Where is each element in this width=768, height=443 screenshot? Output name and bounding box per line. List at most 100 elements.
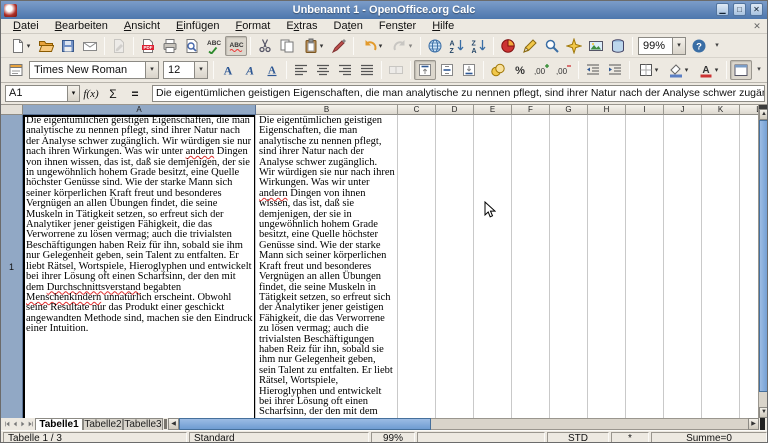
name-box-dropdown-icon[interactable]: ▾: [67, 85, 80, 102]
underline-button[interactable]: A: [261, 60, 283, 80]
menu-extras[interactable]: Extras: [278, 19, 325, 34]
email-document-button[interactable]: [79, 36, 101, 56]
next-sheet-button[interactable]: [19, 418, 27, 430]
vertical-scrollbar-thumb[interactable]: [759, 120, 768, 392]
print-button[interactable]: [159, 36, 181, 56]
hyperlink-button[interactable]: [424, 36, 446, 56]
horizontal-scrollbar-track[interactable]: [431, 418, 748, 430]
number-format-currency-button[interactable]: [487, 60, 509, 80]
tab-split-handle[interactable]: [164, 419, 167, 429]
paste-button[interactable]: ▾: [298, 36, 328, 56]
styles-button[interactable]: [5, 60, 27, 80]
menu-hilfe[interactable]: Hilfe: [424, 19, 462, 34]
horizontal-scrollbar-thumb[interactable]: [179, 418, 431, 430]
column-header-D[interactable]: D: [436, 105, 474, 115]
column-header-J[interactable]: J: [664, 105, 702, 115]
background-color-button[interactable]: ▾: [663, 60, 693, 80]
find-replace-button[interactable]: [541, 36, 563, 56]
last-sheet-button[interactable]: [27, 418, 35, 430]
borders-button[interactable]: ▾: [633, 60, 663, 80]
column-header-H[interactable]: H: [588, 105, 626, 115]
navigator-button[interactable]: [563, 36, 585, 56]
column-header-B[interactable]: B: [256, 105, 398, 115]
data-sources-button[interactable]: [607, 36, 629, 56]
cell-A1[interactable]: Die eigentümlichen geistigen Eigenschaft…: [26, 116, 253, 335]
cell-reference-input[interactable]: A1: [5, 85, 67, 102]
align-bottom-button[interactable]: [458, 60, 480, 80]
align-center-vertical-button[interactable]: [436, 60, 458, 80]
font-color-button[interactable]: A▾: [693, 60, 723, 80]
bold-button[interactable]: A: [217, 60, 239, 80]
italic-button[interactable]: A: [239, 60, 261, 80]
menu-ansicht[interactable]: Ansicht: [116, 19, 168, 34]
vertical-scrollbar[interactable]: ▲ ▼: [758, 105, 768, 418]
increase-indent-button[interactable]: [604, 60, 626, 80]
number-format-percent-button[interactable]: %: [509, 60, 531, 80]
sheet-tab-tabelle3[interactable]: Tabelle3: [123, 418, 163, 430]
undo-button[interactable]: ▾: [357, 36, 387, 56]
column-header-L[interactable]: L: [740, 105, 758, 115]
font-name-combo[interactable]: Times New Roman▾: [29, 61, 159, 79]
sheet-tab-tabelle2[interactable]: Tabelle2: [83, 418, 123, 430]
font-name-combo-dropdown-icon[interactable]: ▾: [145, 62, 158, 78]
minimize-button[interactable]: ▁: [716, 3, 729, 16]
font-size-combo[interactable]: 12▾: [163, 61, 208, 79]
zoom-combo[interactable]: 99%▾: [638, 37, 686, 55]
previous-sheet-button[interactable]: [11, 418, 19, 430]
sheet-tab-tabelle1[interactable]: Tabelle1: [35, 418, 83, 430]
sum-button[interactable]: Σ: [103, 85, 123, 103]
column-header-C[interactable]: C: [398, 105, 436, 115]
dropdown-arrow-icon[interactable]: ▾: [27, 42, 31, 50]
dropdown-arrow-icon[interactable]: ▾: [655, 66, 659, 74]
function-button[interactable]: =: [125, 85, 145, 103]
column-header-G[interactable]: G: [550, 105, 588, 115]
cell-B1[interactable]: Die eigentümlichen geistigen Eigenschaft…: [259, 116, 395, 418]
scroll-left-icon[interactable]: ◀: [168, 418, 179, 430]
maximize-button[interactable]: □: [733, 3, 746, 16]
page-preview-button[interactable]: [181, 36, 203, 56]
add-decimal-button[interactable]: ,00: [531, 60, 553, 80]
zoom-combo-dropdown-icon[interactable]: ▾: [672, 38, 685, 54]
gallery-button[interactable]: [585, 36, 607, 56]
delete-decimal-button[interactable]: ,00: [553, 60, 575, 80]
document-close-icon[interactable]: ✕: [751, 19, 763, 33]
horizontal-split-handle[interactable]: [760, 418, 765, 430]
align-center-button[interactable]: [312, 60, 334, 80]
align-right-button[interactable]: [334, 60, 356, 80]
dropdown-arrow-icon[interactable]: ▾: [685, 66, 689, 74]
function-wizard-button[interactable]: f(x): [81, 85, 101, 103]
formula-input-line[interactable]: Die eigentümlichen geistigen Eigenschaft…: [152, 85, 765, 102]
spellcheck-button[interactable]: ABC: [203, 36, 225, 56]
scroll-right-icon[interactable]: ▶: [748, 418, 759, 430]
menu-datei[interactable]: Datei: [5, 19, 47, 34]
select-all-corner[interactable]: [1, 105, 23, 115]
sort-ascending-button[interactable]: AZ: [446, 36, 468, 56]
insert-chart-button[interactable]: [497, 36, 519, 56]
font-size-combo-dropdown-icon[interactable]: ▾: [194, 62, 207, 78]
align-justified-button[interactable]: [356, 60, 378, 80]
open-button[interactable]: [35, 36, 57, 56]
menu-format[interactable]: Format: [227, 19, 278, 34]
titlebar[interactable]: Unbenannt 1 - OpenOffice.org Calc ▁□✕: [1, 1, 767, 19]
first-sheet-button[interactable]: [3, 418, 11, 430]
dropdown-arrow-icon[interactable]: ▾: [715, 66, 719, 74]
draw-functions-button[interactable]: [519, 36, 541, 56]
row-header-1[interactable]: 1: [1, 115, 23, 418]
scroll-up-icon[interactable]: ▲: [759, 109, 768, 120]
column-header-I[interactable]: I: [626, 105, 664, 115]
align-left-button[interactable]: [290, 60, 312, 80]
menu-einfügen[interactable]: Einfügen: [168, 19, 227, 34]
toolbar-overflow-icon[interactable]: ▾: [754, 61, 764, 79]
dropdown-arrow-icon[interactable]: ▾: [379, 42, 383, 50]
menu-daten[interactable]: Daten: [326, 19, 371, 34]
format-paintbrush-button[interactable]: [328, 36, 350, 56]
menu-bearbeiten[interactable]: Bearbeiten: [47, 19, 116, 34]
column-header-F[interactable]: F: [512, 105, 550, 115]
status-zoom-level[interactable]: 99%: [371, 432, 415, 443]
column-header-A[interactable]: A: [23, 105, 256, 115]
status-sum[interactable]: Summe=0: [651, 432, 767, 443]
decrease-indent-button[interactable]: [582, 60, 604, 80]
close-button[interactable]: ✕: [750, 3, 763, 16]
cut-button[interactable]: [254, 36, 276, 56]
sort-descending-button[interactable]: ZA: [468, 36, 490, 56]
